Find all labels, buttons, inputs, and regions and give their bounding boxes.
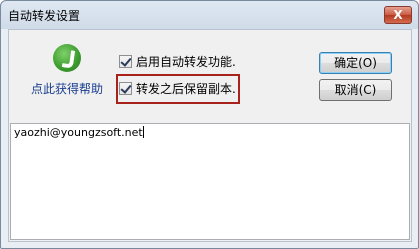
keep-copy-label: 转发之后保留副本. — [136, 82, 236, 96]
ok-button[interactable]: 确定(O) — [319, 52, 392, 74]
enable-forward-label: 启用自动转发功能. — [136, 55, 236, 69]
dialog-window: 自动转发设置 X 点此获得帮助 启用自动转发功能. 转发之后保留副本. 确定(O… — [0, 0, 419, 249]
enable-forward-option[interactable]: 启用自动转发功能. — [119, 54, 236, 70]
keep-copy-checkbox[interactable] — [119, 82, 132, 95]
close-button[interactable]: X — [384, 6, 412, 24]
enable-forward-checkbox[interactable] — [119, 55, 132, 68]
window-title: 自动转发设置 — [8, 9, 81, 23]
title-bar[interactable]: 自动转发设置 X — [1, 1, 418, 29]
keep-copy-option[interactable]: 转发之后保留副本. — [119, 81, 236, 97]
app-logo-icon — [53, 44, 81, 72]
forward-address-field[interactable]: yaozhi@youngzsoft.net — [10, 123, 410, 240]
dialog-body: 点此获得帮助 启用自动转发功能. 转发之后保留副本. 确定(O) 取消(C) y… — [8, 29, 412, 242]
cancel-button[interactable]: 取消(C) — [319, 79, 392, 101]
text-caret — [142, 126, 144, 138]
help-area: 点此获得帮助 — [26, 44, 108, 102]
help-link[interactable]: 点此获得帮助 — [26, 80, 108, 97]
forward-address-text: yaozhi@youngzsoft.net — [14, 126, 143, 139]
